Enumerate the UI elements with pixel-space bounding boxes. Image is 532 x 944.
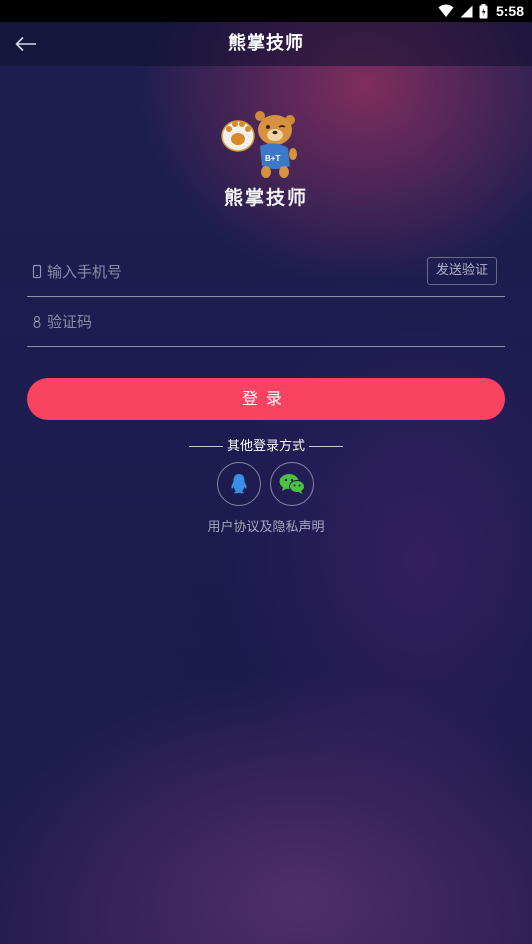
app-logo: B+T (216, 108, 300, 186)
code-field (27, 298, 505, 347)
bear-mascot-icon: B+T (221, 111, 297, 178)
qq-login-button[interactable] (217, 462, 261, 506)
mascot-badge-text: B+T (265, 154, 280, 163)
cell-signal-icon (460, 5, 473, 17)
app-bar: 熊掌技师 (0, 22, 532, 66)
other-login-divider: 其他登录方式 (0, 435, 532, 454)
divider-line-right (309, 446, 343, 447)
battery-icon (479, 3, 488, 18)
wechat-login-button[interactable] (270, 462, 314, 506)
wechat-icon (279, 474, 305, 494)
other-login-label: 其他登录方式 (226, 439, 305, 454)
status-bar: 5:58 (0, 0, 532, 22)
wifi-icon (438, 4, 454, 17)
qq-icon (231, 474, 247, 494)
lock-icon (33, 316, 41, 329)
phone-field: 发送验证 (27, 248, 505, 297)
phone-icon (32, 264, 42, 279)
phone-input[interactable] (47, 258, 427, 286)
page-title: 熊掌技师 (228, 33, 304, 54)
code-input[interactable] (47, 308, 427, 336)
login-button[interactable]: 登录 (27, 378, 505, 420)
status-time: 5:58 (495, 3, 524, 19)
user-agreement-link[interactable]: 用户协议及隐私声明 (0, 516, 532, 535)
logo-title: 熊掌技师 (223, 187, 308, 209)
status-icons: 5:58 (438, 2, 524, 20)
divider-line-left (188, 446, 223, 447)
send-code-button[interactable]: 发送验证 (427, 257, 497, 285)
